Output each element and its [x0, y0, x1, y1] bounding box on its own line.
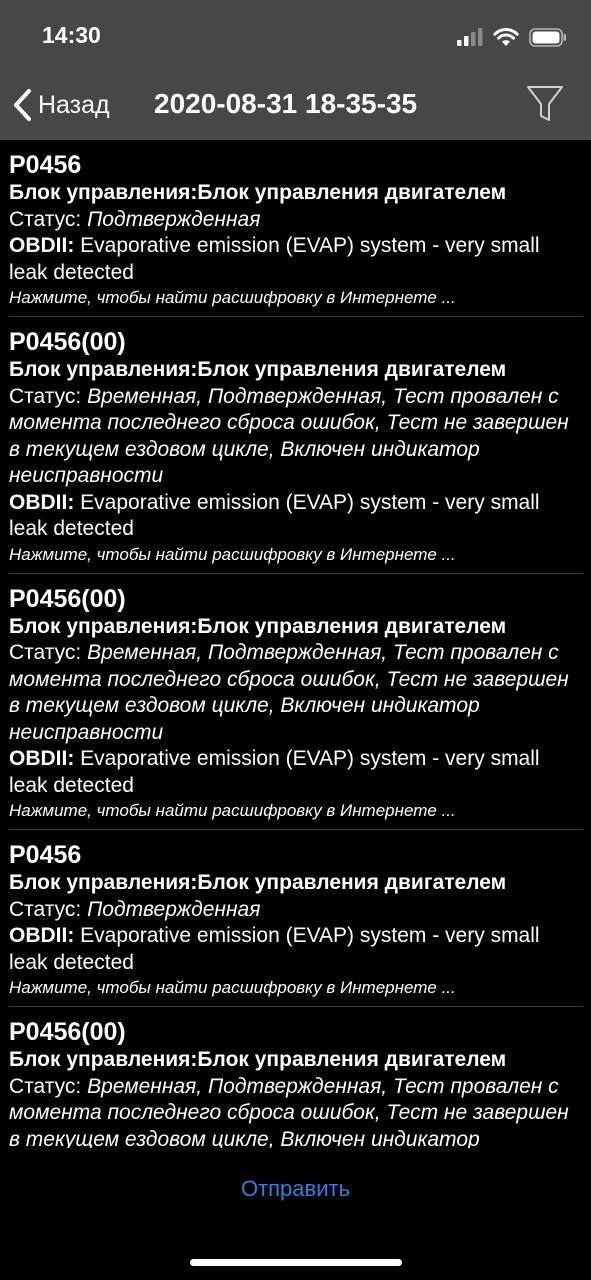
block-value: Блок управления двигателем	[197, 358, 507, 381]
error-list: P0456 Блок управления:Блок управления дв…	[0, 140, 591, 1148]
status-value: Временная, Подтвержденная, Тест провален…	[9, 641, 569, 744]
page-title: 2020-08-31 18-35-35	[154, 88, 418, 119]
status-icons	[457, 26, 567, 48]
error-entry[interactable]: P0456(00) Блок управления:Блок управлени…	[9, 574, 583, 830]
error-code: P0456	[9, 151, 82, 179]
obd-line: OBDII: Evaporative emission (EVAP) syste…	[9, 923, 583, 976]
obd-line: OBDII: Evaporative emission (EVAP) syste…	[9, 233, 583, 286]
wifi-icon	[493, 27, 519, 46]
error-entry[interactable]: P0456(00) Блок управления:Блок управлени…	[9, 1007, 583, 1148]
block-value: Блок управления двигателем	[197, 181, 507, 204]
search-hint: Нажмите, чтобы найти расшифровку в Интер…	[9, 978, 456, 997]
block-label: Блок управления:	[9, 1048, 198, 1071]
home-indicator[interactable]	[190, 1259, 402, 1266]
back-button[interactable]: Назад	[12, 86, 110, 124]
back-label: Назад	[38, 90, 110, 119]
block-value: Блок управления двигателем	[197, 1048, 507, 1071]
status-label: Статус:	[9, 1074, 82, 1098]
error-entry[interactable]: P0456 Блок управления:Блок управления дв…	[9, 140, 583, 317]
obd-label: OBDII:	[9, 924, 75, 947]
obd-value: Evaporative emission (EVAP) system - ver…	[9, 924, 540, 974]
block-line: Блок управления:Блок управления двигател…	[9, 614, 583, 641]
filter-button[interactable]	[525, 84, 565, 124]
status-line: Статус: Временная, Подтвержденная, Тест …	[9, 384, 583, 490]
send-button[interactable]: Отправить	[0, 1176, 591, 1202]
status-label: Статус:	[9, 641, 82, 664]
cellular-signal-icon	[457, 28, 483, 46]
block-label: Блок управления:	[9, 358, 198, 381]
block-value: Блок управления двигателем	[197, 871, 507, 894]
status-line: Статус: Временная, Подтвержденная, Тест …	[9, 1074, 583, 1149]
status-label: Статус:	[9, 207, 82, 231]
obd-value: Evaporative emission (EVAP) system - ver…	[9, 234, 540, 284]
status-bar: 14:30	[0, 0, 591, 70]
error-code: P0456(00)	[9, 584, 126, 613]
status-label: Статус:	[9, 384, 82, 408]
search-hint: Нажмите, чтобы найти расшифровку в Интер…	[9, 801, 456, 820]
status-value: Временная, Подтвержденная, Тест провален…	[9, 1074, 569, 1149]
block-label: Блок управления:	[9, 181, 198, 204]
chevron-left-icon	[14, 89, 31, 121]
status-value: Временная, Подтвержденная, Тест провален…	[9, 384, 569, 488]
status-line: Статус: Подтвержденная	[9, 207, 583, 234]
error-code: P0456	[9, 841, 82, 869]
block-line: Блок управления:Блок управления двигател…	[9, 180, 583, 207]
obd-label: OBDII:	[9, 490, 75, 514]
search-hint: Нажмите, чтобы найти расшифровку в Интер…	[9, 544, 456, 564]
status-time: 14:30	[42, 22, 101, 48]
search-hint: Нажмите, чтобы найти расшифровку в Интер…	[9, 288, 456, 307]
block-line: Блок управления:Блок управления двигател…	[9, 1047, 583, 1074]
obd-line: OBDII: Evaporative emission (EVAP) syste…	[9, 490, 583, 543]
obd-label: OBDII:	[9, 234, 75, 257]
error-code: P0456(00)	[9, 1018, 126, 1046]
error-entry[interactable]: P0456 Блок управления:Блок управления дв…	[9, 830, 583, 1007]
status-label: Статус:	[9, 897, 82, 921]
obd-value: Evaporative emission (EVAP) system - ver…	[9, 747, 540, 797]
filter-icon	[527, 86, 563, 121]
block-line: Блок управления:Блок управления двигател…	[9, 870, 583, 897]
block-value: Блок управления двигателем	[197, 614, 507, 638]
obd-value: Evaporative emission (EVAP) system - ver…	[9, 490, 540, 541]
status-value: Подтвержденная	[87, 897, 261, 921]
battery-icon	[529, 27, 566, 47]
block-label: Блок управления:	[9, 614, 198, 638]
block-label: Блок управления:	[9, 871, 198, 894]
error-code: P0456(00)	[9, 328, 126, 356]
status-line: Статус: Подтвержденная	[9, 897, 583, 924]
status-value: Подтвержденная	[87, 207, 261, 231]
obd-line: OBDII: Evaporative emission (EVAP) syste…	[9, 746, 583, 799]
obd-label: OBDII:	[9, 747, 75, 770]
status-line: Статус: Временная, Подтвержденная, Тест …	[9, 640, 583, 746]
block-line: Блок управления:Блок управления двигател…	[9, 357, 583, 384]
error-entry[interactable]: P0456(00) Блок управления:Блок управлени…	[9, 317, 583, 574]
nav-bar: Назад 2020-08-31 18-35-35	[0, 70, 591, 140]
